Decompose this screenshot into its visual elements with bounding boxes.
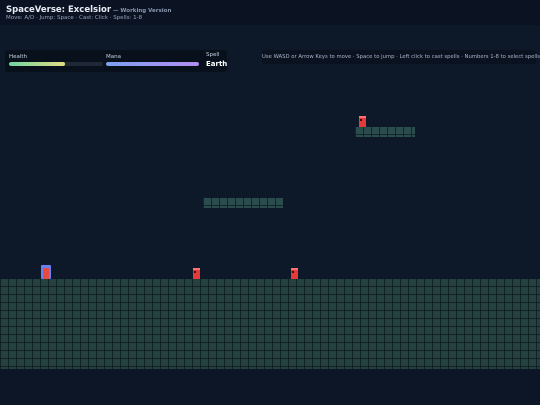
version-label: — Working Version [113,8,172,14]
enemy [359,116,366,127]
hud-panel: Health Mana Spell Earth [5,50,227,72]
controls-hint: Use WASD or Arrow Keys to move · Space t… [262,50,540,64]
health-bar [9,62,103,66]
top-bar: SpaceVerse: Excelsior — Working Version M… [0,0,540,25]
player-character [41,265,51,279]
floating-platform-middle [203,198,283,208]
spell-value: Earth [206,60,228,68]
enemy [193,268,200,279]
health-label: Health [9,54,28,60]
mana-bar-fill [106,62,199,66]
spell-label: Spell [206,52,220,58]
mana-label: Mana [106,54,121,60]
lower-void [0,369,540,405]
ground-tiles [0,279,540,369]
mana-bar [106,62,199,66]
floating-platform-upper [355,127,415,137]
game-title: SpaceVerse: Excelsior — Working Version [6,5,171,15]
health-bar-fill [9,62,66,66]
game-title-text: SpaceVerse: Excelsior [6,5,112,15]
controls-summary: Move: A/D · Jump: Space · Cast: Click · … [6,15,143,21]
enemy [291,268,298,279]
player-torso [43,268,49,279]
